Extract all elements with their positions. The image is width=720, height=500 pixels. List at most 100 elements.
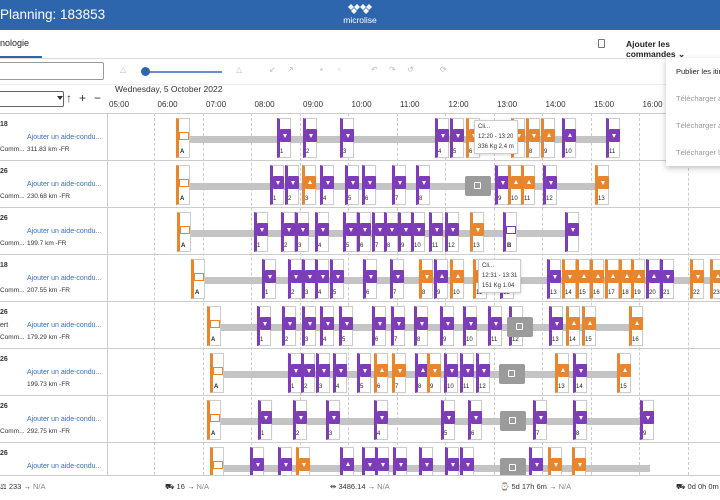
menu-item-download-3[interactable]: Télécharger le <box>676 148 720 157</box>
delivery-stop[interactable]: 22 <box>690 259 704 299</box>
delivery-stop[interactable]: 5 <box>450 118 464 158</box>
delivery-stop[interactable]: 9 <box>640 400 654 440</box>
delivery-stop[interactable]: 5 <box>357 353 371 393</box>
delivery-stop[interactable]: 9 <box>440 306 454 346</box>
delivery-stop[interactable]: 3 <box>316 353 330 393</box>
delivery-stop[interactable]: 5 <box>441 400 455 440</box>
delivery-stop[interactable]: 2 <box>303 118 317 158</box>
delivery-stop[interactable]: 1 <box>257 306 271 346</box>
pickup-stop[interactable]: 13 <box>555 353 569 393</box>
delivery-stop[interactable]: 4 <box>320 165 334 205</box>
triangle-outline-icon[interactable]: △ <box>120 65 126 74</box>
add-codriver-link[interactable]: Ajouter un aide-condu... <box>27 416 101 423</box>
pickup-stop[interactable]: 9 <box>434 259 448 299</box>
pickup-stop[interactable]: 19 <box>631 259 645 299</box>
delivery-stop[interactable]: 2 <box>301 353 315 393</box>
delivery-stop[interactable]: 12 <box>543 165 557 205</box>
lock-icon[interactable]: ▪ <box>320 65 323 74</box>
break-block[interactable] <box>499 364 525 384</box>
delivery-stop[interactable] <box>419 447 433 475</box>
break-block[interactable] <box>500 411 526 431</box>
break-block[interactable] <box>507 317 533 337</box>
delivery-stop[interactable]: 4 <box>374 400 388 440</box>
pickup-stop[interactable]: 10 <box>508 165 522 205</box>
delivery-stop[interactable]: 10 <box>463 306 477 346</box>
delivery-stop[interactable]: 8 <box>416 165 430 205</box>
add-codriver-link[interactable]: Ajouter un aide-condu... <box>27 322 101 329</box>
tab-chronologie[interactable]: nologie <box>0 38 29 48</box>
add-codriver-link[interactable]: Ajouter un aide-condu... <box>27 275 101 282</box>
pickup-stop[interactable]: 23 <box>710 259 720 299</box>
delivery-stop[interactable]: 6 <box>363 259 377 299</box>
pickup-stop[interactable]: 17 <box>605 259 619 299</box>
delivery-stop[interactable]: 21 <box>660 259 674 299</box>
depot-stop[interactable]: A <box>210 353 224 393</box>
delivery-stop[interactable]: 1 <box>270 165 284 205</box>
pickup-stop[interactable]: 14 <box>566 306 580 346</box>
pickup-stop[interactable]: 11 <box>521 165 535 205</box>
delivery-stop[interactable]: 8 <box>419 259 433 299</box>
add-orders-button[interactable]: Ajouter les commandes ⌄ <box>614 35 720 59</box>
delivery-stop[interactable] <box>278 447 292 475</box>
delivery-stop[interactable]: 14 <box>573 353 587 393</box>
delivery-stop[interactable]: 3 <box>302 306 316 346</box>
delivery-stop[interactable]: 2 <box>293 400 307 440</box>
delivery-stop[interactable]: 8 <box>526 118 540 158</box>
delivery-stop[interactable]: 9 <box>495 165 509 205</box>
delivery-stop[interactable]: 6 <box>468 400 482 440</box>
add-codriver-link[interactable]: Ajouter un aide-condu... <box>27 181 101 188</box>
delivery-stop[interactable]: 13 <box>595 165 609 205</box>
delivery-stop[interactable]: 4 <box>315 212 329 252</box>
delivery-stop[interactable]: 9 <box>398 212 412 252</box>
delivery-stop[interactable]: 4 <box>320 306 334 346</box>
zoom-slider-handle[interactable] <box>141 67 150 76</box>
delivery-stop[interactable]: 6 <box>362 165 376 205</box>
add-icon[interactable]: + <box>79 91 86 105</box>
delivery-stop[interactable] <box>362 447 376 475</box>
pickup-stop[interactable]: 15 <box>582 306 596 346</box>
delivery-stop[interactable]: 1 <box>258 400 272 440</box>
delivery-stop[interactable]: 2 <box>288 259 302 299</box>
expand-icon[interactable]: ↙ <box>269 65 276 74</box>
delivery-stop[interactable]: 6 <box>372 306 386 346</box>
delivery-stop[interactable]: 7 <box>392 165 406 205</box>
delivery-stop[interactable]: 12 <box>445 212 459 252</box>
delivery-stop[interactable]: 7 <box>533 400 547 440</box>
delivery-stop[interactable]: 4 <box>435 118 449 158</box>
delivery-stop[interactable]: 2 <box>281 212 295 252</box>
depot-stop[interactable]: A <box>176 118 190 158</box>
delivery-stop[interactable]: 5 <box>345 165 359 205</box>
delivery-stop[interactable]: 3 <box>302 259 316 299</box>
delivery-stop[interactable]: 1 <box>277 118 291 158</box>
depot-stop[interactable]: A <box>176 165 190 205</box>
delivery-stop[interactable]: 13 <box>470 212 484 252</box>
depot-stop[interactable]: A <box>207 400 221 440</box>
menu-item-download-2[interactable]: Télécharger a <box>676 121 720 130</box>
delivery-stop[interactable]: 12 <box>476 353 490 393</box>
pickup-stop[interactable]: 9 <box>541 118 555 158</box>
delivery-stop[interactable]: 4 <box>315 259 329 299</box>
delivery-stop[interactable] <box>565 212 579 252</box>
pickup-stop[interactable]: 15 <box>576 259 590 299</box>
depot-stop[interactable]: A <box>207 306 221 346</box>
delivery-stop[interactable]: 6 <box>357 212 371 252</box>
collapse-icon[interactable]: ↗ <box>287 65 294 74</box>
triangle-icon[interactable]: △ <box>236 65 242 74</box>
delivery-stop[interactable]: 10 <box>444 353 458 393</box>
sort-select[interactable] <box>0 91 64 107</box>
delivery-stop[interactable]: 7 <box>392 353 406 393</box>
delivery-stop[interactable]: 1 <box>288 353 302 393</box>
delivery-stop[interactable] <box>460 447 474 475</box>
redo-icon[interactable]: ↷ <box>389 65 396 74</box>
delivery-stop[interactable]: 2 <box>285 165 299 205</box>
pickup-stop[interactable]: 16 <box>590 259 604 299</box>
delivery-stop[interactable]: 5 <box>343 212 357 252</box>
route-bar[interactable] <box>180 183 600 190</box>
delivery-stop[interactable]: 8 <box>573 400 587 440</box>
pickup-stop[interactable] <box>340 447 354 475</box>
search-input[interactable] <box>0 62 104 80</box>
delivery-stop[interactable] <box>529 447 543 475</box>
reset-icon[interactable]: ↺ <box>407 65 414 74</box>
delivery-stop[interactable]: 7 <box>390 259 404 299</box>
pickup-stop[interactable]: 10 <box>562 118 576 158</box>
